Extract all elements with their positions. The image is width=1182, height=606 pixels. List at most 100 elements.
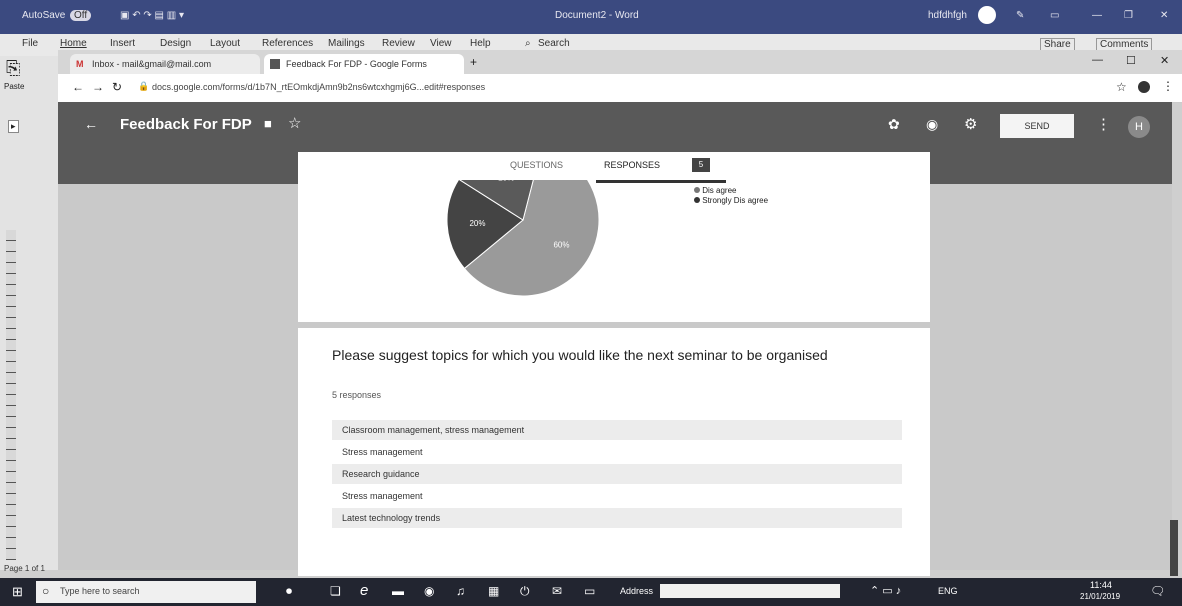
app-icon[interactable]: ▦	[488, 584, 499, 598]
edge-icon[interactable]: e	[360, 582, 368, 599]
chrome-menu-icon[interactable]: ⋮	[1162, 79, 1174, 93]
tell-me-search-icon[interactable]: ⌕	[525, 38, 531, 49]
app-icon[interactable]: ▭	[584, 584, 595, 598]
app-icon[interactable]: ⏻	[520, 584, 530, 599]
browser-tab-strip: M Inbox - mail&gmail@mail.com Feedback F…	[58, 50, 1182, 74]
folder-icon[interactable]: ■	[264, 116, 272, 131]
menu-layout[interactable]: Layout	[210, 38, 240, 49]
menu-design[interactable]: Design	[160, 38, 191, 49]
response-item: Classroom management, stress management	[332, 420, 902, 440]
active-tab-indicator	[596, 180, 726, 183]
browser-toolbar: ← → ↻ 🔒 docs.google.com/forms/d/1b7N_rtE…	[58, 74, 1182, 103]
send-button[interactable]: SEND	[1000, 114, 1074, 138]
quick-access-icons[interactable]: ▣ ↶ ↷ ▤ ▥ ▾	[120, 10, 184, 21]
menu-references[interactable]: References	[262, 38, 313, 49]
lock-icon: 🔒	[138, 81, 150, 91]
tab-questions[interactable]: QUESTIONS	[510, 160, 563, 170]
legend-label: Dis agree	[702, 186, 737, 195]
microphone-icon[interactable]: ⏺	[286, 584, 292, 599]
browser-minimize-icon[interactable]: —	[1092, 54, 1103, 66]
response-item: Research guidance	[332, 464, 902, 484]
minimize-icon[interactable]: —	[1092, 10, 1102, 21]
legend-item: Strongly Dis agree	[694, 196, 768, 206]
file-explorer-icon[interactable]: ▬	[392, 584, 404, 598]
word-status-page: Page 1 of 1	[4, 564, 45, 573]
response-item: Latest technology trends	[332, 508, 902, 528]
app-icon[interactable]: ♫	[456, 584, 465, 598]
forms-favicon	[270, 59, 280, 69]
legend-label: Strongly Dis agree	[702, 196, 769, 205]
tab-responses[interactable]: RESPONSES	[604, 160, 660, 170]
menu-file[interactable]: File	[22, 38, 38, 49]
maximize-icon[interactable]: ❐	[1124, 10, 1133, 21]
tray-icons[interactable]: ⌃ ▭ ♪	[870, 584, 901, 597]
gmail-icon: M	[76, 59, 84, 69]
new-tab-icon[interactable]: +	[470, 55, 477, 69]
clock-date[interactable]: 21/01/2019	[1080, 592, 1120, 601]
start-windows-icon[interactable]: ⊞	[12, 584, 23, 600]
pie-chart: 60% 20% 20%	[446, 180, 600, 297]
app-icon[interactable]: ✉	[552, 584, 562, 598]
legend-swatch	[694, 197, 700, 203]
pie-legend: Dis agree Strongly Dis agree	[694, 186, 768, 206]
bookmark-star-icon[interactable]: ☆	[1116, 80, 1127, 94]
ribbon-options-icon[interactable]: ▭	[1050, 10, 1059, 21]
responses-count: 5 responses	[332, 390, 382, 400]
tab-feedback-label: Feedback For FDP - Google Forms	[286, 59, 427, 69]
notifications-icon[interactable]: 🗨	[1150, 584, 1165, 598]
menu-help[interactable]: Help	[470, 38, 491, 49]
user-name: hdfdhfgh	[928, 10, 967, 21]
menu-mailings[interactable]: Mailings	[328, 38, 365, 49]
address-toolbar-label: Address	[620, 586, 654, 596]
reload-icon[interactable]: ↻	[112, 80, 122, 94]
preview-eye-icon[interactable]: ◉	[926, 116, 938, 133]
browser-maximize-icon[interactable]: ☐	[1126, 54, 1136, 67]
nav-icon[interactable]: ▸	[8, 120, 19, 133]
legend-item: Dis agree	[694, 186, 768, 196]
settings-gear-icon[interactable]: ⚙	[964, 115, 977, 133]
pie-slice-label: 20%	[498, 180, 514, 183]
address-bar[interactable]: docs.google.com/forms/d/1b7N_rtEOmkdjAmn…	[152, 82, 485, 92]
tell-me-search[interactable]: Search	[538, 38, 570, 49]
pie-slice-label: 60%	[553, 240, 569, 249]
close-icon[interactable]: ✕	[1160, 10, 1168, 21]
browser-close-icon[interactable]: ✕	[1160, 54, 1169, 67]
task-view-icon[interactable]: ❏	[330, 584, 341, 598]
tab-inbox-label: Inbox - mail&gmail@mail.com	[92, 59, 212, 69]
language-indicator[interactable]: ENG	[938, 586, 958, 596]
tab-inbox[interactable]: M Inbox - mail&gmail@mail.com	[70, 54, 260, 74]
more-options-icon[interactable]: ⋮	[1096, 115, 1111, 133]
chrome-taskbar-icon[interactable]: ◉	[424, 584, 434, 598]
cortana-circle-icon: ○	[42, 584, 50, 598]
menu-home[interactable]: Home	[60, 38, 87, 49]
scrollbar-thumb[interactable]	[1170, 520, 1178, 576]
vertical-ruler	[6, 230, 16, 560]
profile-icon[interactable]	[1138, 81, 1150, 93]
menu-view[interactable]: View	[430, 38, 452, 49]
forms-back-icon[interactable]: ←	[84, 116, 98, 132]
menu-insert[interactable]: Insert	[110, 38, 135, 49]
pie-slice-label: 20%	[469, 219, 485, 228]
tab-feedback[interactable]: Feedback For FDP - Google Forms	[264, 54, 464, 74]
star-icon[interactable]: ☆	[288, 114, 301, 132]
back-icon[interactable]: ←	[72, 80, 84, 94]
forward-icon[interactable]: →	[92, 80, 104, 94]
menu-review[interactable]: Review	[382, 38, 415, 49]
response-item: Stress management	[342, 447, 423, 457]
form-title[interactable]: Feedback For FDP	[120, 116, 252, 133]
palette-icon[interactable]: ✿	[888, 116, 900, 133]
question-title: Please suggest topics for which you woul…	[332, 347, 828, 363]
account-avatar[interactable]: H	[1128, 116, 1150, 138]
paste-icon[interactable]: ⎘	[6, 58, 20, 79]
summary-card: QUESTIONS RESPONSES 5 60% 20% 20% Dis agre…	[298, 152, 930, 322]
pen-icon[interactable]: ✎	[1016, 10, 1024, 21]
clock-time[interactable]: 11:44	[1090, 580, 1112, 590]
word-title-bar: AutoSave Off ▣ ↶ ↷ ▤ ▥ ▾ Document2 - Wor…	[0, 0, 1182, 34]
autosave-toggle[interactable]: Off	[70, 10, 92, 21]
windows-taskbar: ⊞ ○ Type here to search ⏺ ❏ e ▬ ◉ ♫ ▦ ⏻ …	[0, 578, 1182, 606]
response-item: Stress management	[342, 491, 423, 501]
user-avatar[interactable]	[978, 6, 996, 24]
responses-count-badge: 5	[692, 158, 710, 172]
address-toolbar-input[interactable]	[660, 584, 840, 598]
taskbar-search-box[interactable]: ○ Type here to search	[36, 581, 256, 603]
